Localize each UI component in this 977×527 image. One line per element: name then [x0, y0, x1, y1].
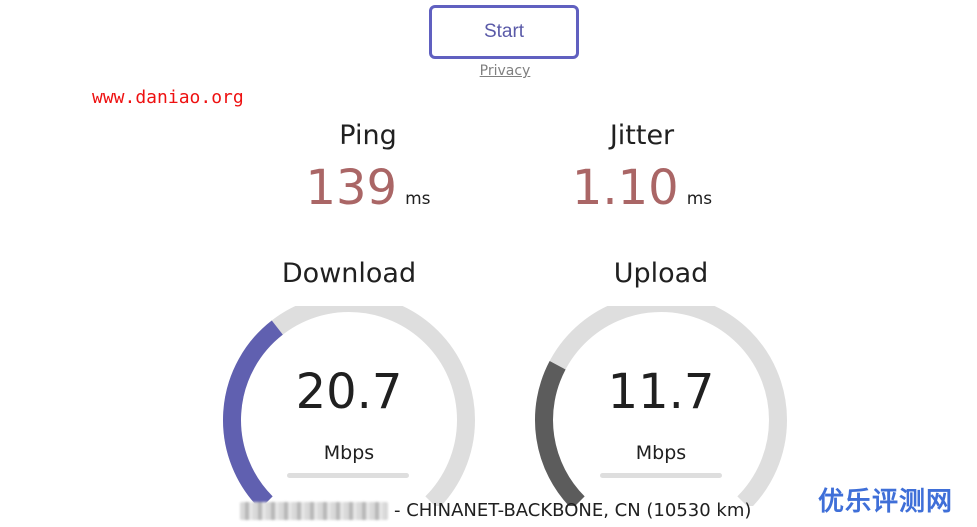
jitter-value-group: 1.10 ms — [532, 164, 752, 212]
download-value: 20.7 — [295, 364, 403, 420]
ping-value: 139 — [305, 160, 398, 216]
jitter-label: Jitter — [609, 120, 675, 151]
jitter-unit: ms — [686, 189, 713, 209]
site-logo: 优乐评测网 — [818, 487, 954, 517]
watermark-url: www.daniao.org — [92, 87, 244, 108]
server-info-text: - CHINANET-BACKBONE, CN (10530 km) — [394, 500, 752, 521]
download-gauge-baseline — [287, 473, 409, 478]
upload-gauge-baseline — [600, 473, 722, 478]
jitter-value: 1.10 — [571, 160, 679, 216]
blurred-ip-address — [240, 501, 388, 520]
download-unit: Mbps — [323, 442, 375, 464]
upload-unit: Mbps — [635, 442, 687, 464]
ping-value-group: 139 ms — [258, 164, 478, 212]
ping-label: Ping — [339, 120, 397, 151]
ping-unit: ms — [405, 189, 431, 209]
server-info: - CHINANET-BACKBONE, CN (10530 km) — [240, 500, 751, 521]
upload-value: 11.7 — [607, 364, 715, 420]
start-button[interactable]: Start — [429, 5, 579, 59]
privacy-link[interactable]: Privacy — [455, 63, 555, 79]
upload-label: Upload — [613, 258, 709, 289]
download-label: Download — [281, 258, 417, 289]
